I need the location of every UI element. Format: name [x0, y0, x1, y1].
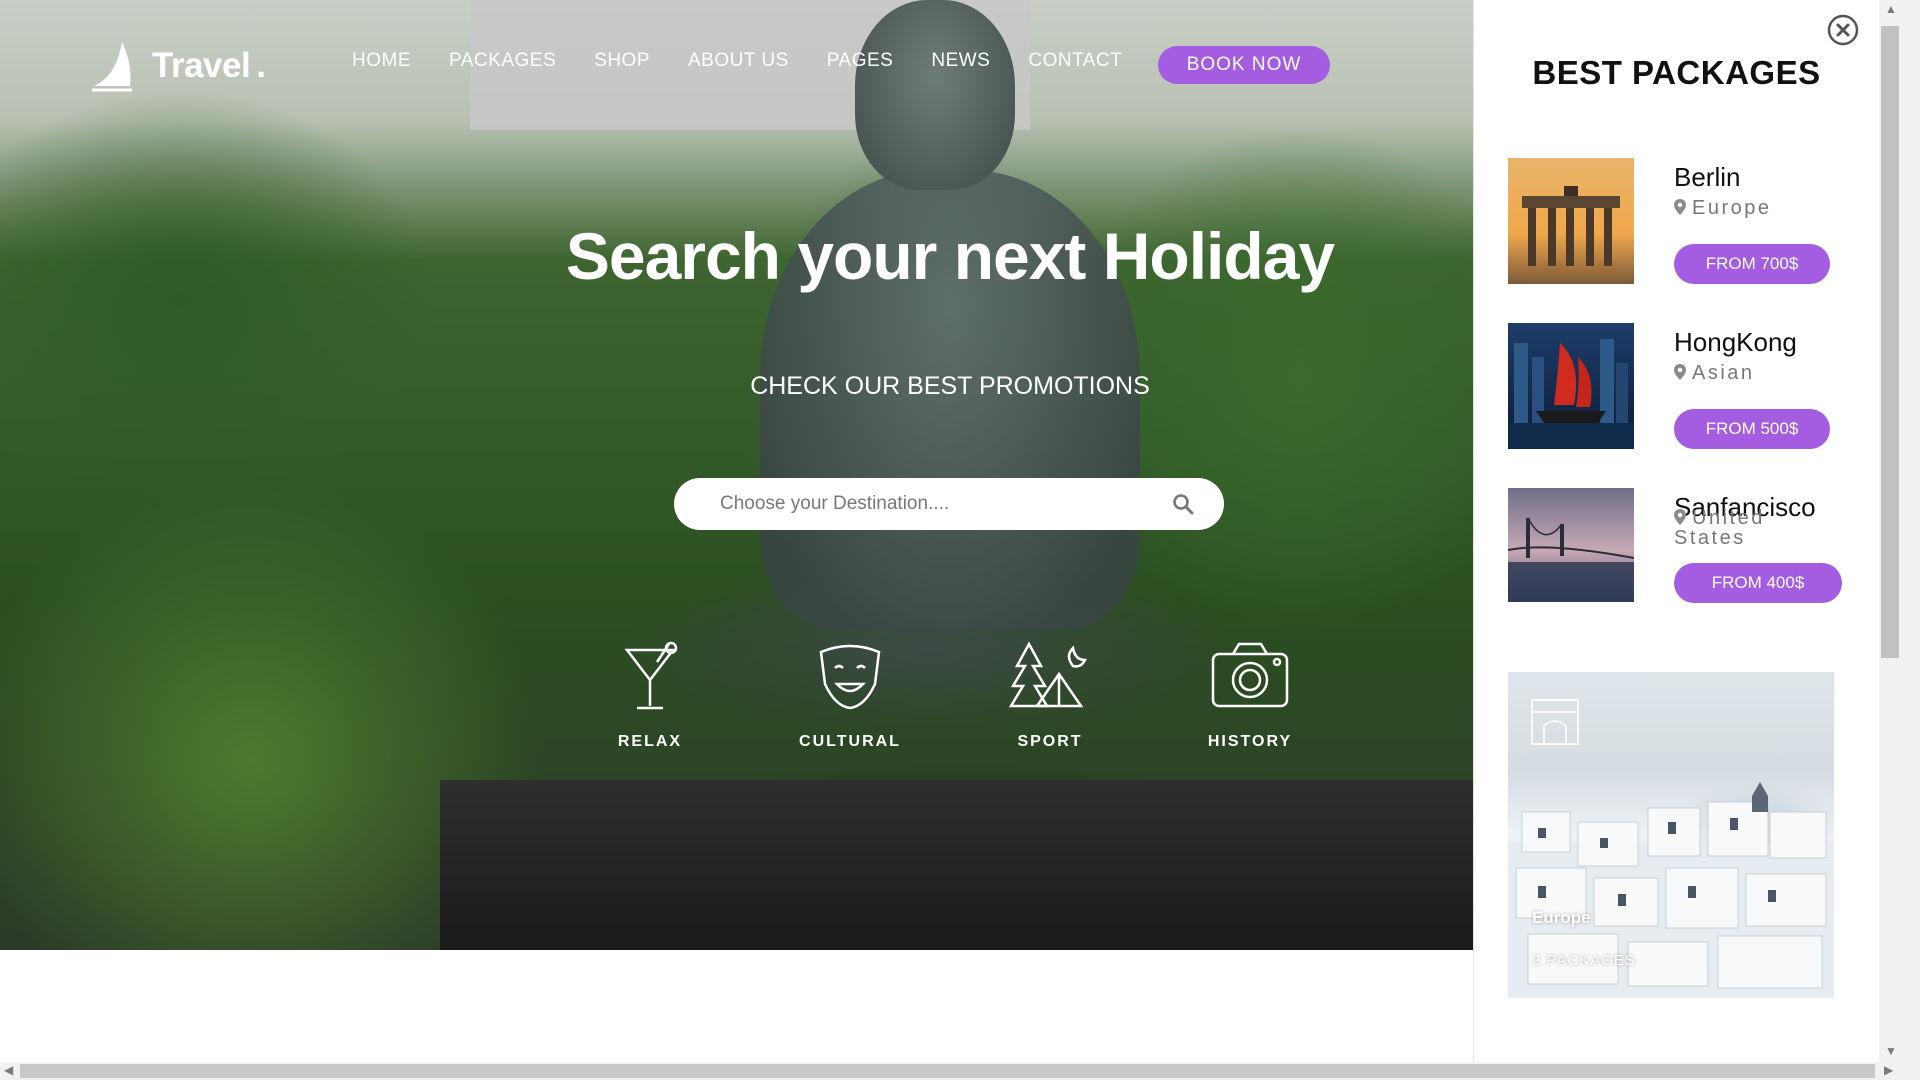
nav-about-us[interactable]: ABOUT US [688, 50, 789, 72]
sail-logo-icon [92, 42, 132, 92]
category-list: RELAX CULTURAL SPORT HISTORY [590, 640, 1310, 751]
nav-shop[interactable]: SHOP [594, 50, 650, 72]
category-cultural-label: CULTURAL [799, 733, 901, 750]
nav-news[interactable]: NEWS [931, 50, 990, 72]
hero-subtitle: CHECK OUR BEST PROMOTIONS [750, 372, 1150, 400]
package-region: Europe [1674, 198, 1824, 218]
hero-statue-head [855, 0, 1015, 190]
horizontal-scrollbar[interactable]: ◀ ▶ [0, 1062, 1920, 1080]
horizontal-scroll-thumb[interactable] [20, 1064, 1875, 1078]
promo-card-europe[interactable]: Europe 2 PACKAGES [1508, 672, 1834, 998]
category-relax[interactable]: RELAX [590, 640, 710, 751]
sanfancisco-image[interactable] [1508, 488, 1634, 602]
destination-search [674, 478, 1224, 530]
logo-dot: . [256, 46, 266, 85]
nav-contact[interactable]: CONTACT [1028, 50, 1122, 72]
promo-region: Europe [1532, 908, 1591, 927]
scroll-down-arrow-icon[interactable]: ▼ [1885, 1044, 1897, 1058]
package-name: Berlin [1674, 162, 1741, 192]
camping-icon [1008, 641, 1088, 708]
package-region: United States [1674, 508, 1824, 548]
search-icon[interactable] [1172, 493, 1194, 515]
vertical-scroll-thumb[interactable] [1881, 26, 1899, 658]
nav-home[interactable]: HOME [352, 50, 411, 72]
package-item-sanfancisco[interactable]: Sanfancisco United States FROM 400$ [1508, 488, 1848, 618]
map-pin-icon [1674, 509, 1686, 525]
scroll-up-arrow-icon[interactable]: ▲ [1885, 2, 1897, 16]
theater-mask-icon [819, 644, 881, 710]
nav-pages[interactable]: PAGES [827, 50, 894, 72]
close-icon[interactable] [1827, 14, 1859, 46]
package-price-button[interactable]: FROM 700$ [1674, 244, 1830, 284]
package-price-button[interactable]: FROM 400$ [1674, 563, 1842, 603]
hero-title: Search your next Holiday [565, 219, 1335, 293]
hero-statue-base [440, 780, 1474, 950]
package-region-text: Europe [1692, 197, 1772, 219]
nav-packages[interactable]: PACKAGES [449, 50, 556, 72]
sidebar-title: BEST PACKAGES [1532, 54, 1821, 91]
package-region: Asian [1674, 363, 1824, 383]
category-history[interactable]: HISTORY [1190, 640, 1310, 751]
package-price-button[interactable]: FROM 500$ [1674, 409, 1830, 449]
destination-search-input[interactable] [718, 492, 1172, 516]
book-now-button[interactable]: BOOK NOW [1158, 46, 1330, 84]
package-region-text: Asian [1692, 362, 1755, 384]
cocktail-icon [624, 641, 678, 710]
berlin-image[interactable] [1508, 158, 1634, 284]
category-cultural[interactable]: CULTURAL [790, 640, 910, 751]
category-history-label: HISTORY [1207, 733, 1293, 750]
category-sport[interactable]: SPORT [990, 640, 1110, 751]
hongkong-image[interactable] [1508, 323, 1634, 449]
scroll-right-arrow-icon[interactable]: ▶ [1884, 1063, 1893, 1077]
category-relax-label: RELAX [617, 733, 683, 750]
scroll-left-arrow-icon[interactable]: ◀ [4, 1063, 13, 1077]
santorini-illustration [1508, 699, 1834, 998]
map-pin-icon [1674, 364, 1686, 380]
logo-text: Travel [152, 46, 251, 85]
hero-banner [0, 0, 1474, 950]
package-region-text: United States [1674, 507, 1765, 549]
category-sport-label: SPORT [1017, 733, 1083, 750]
promo-count: 2 PACKAGES [1532, 952, 1636, 969]
site-logo[interactable]: Travel . [88, 40, 266, 92]
package-item-berlin[interactable]: Berlin Europe FROM 700$ [1508, 158, 1848, 288]
camera-icon [1211, 642, 1289, 708]
main-nav: HOME PACKAGES SHOP ABOUT US PAGES NEWS C… [352, 50, 1160, 72]
map-pin-icon [1674, 199, 1686, 215]
best-packages-panel: BEST PACKAGES Berlin Europe FROM 700$ Ho… [1474, 0, 1879, 1080]
package-item-hongkong[interactable]: HongKong Asian FROM 500$ [1508, 323, 1848, 453]
vertical-scrollbar[interactable]: ▲ ▼ [1879, 0, 1920, 1062]
package-name: HongKong [1674, 327, 1797, 357]
